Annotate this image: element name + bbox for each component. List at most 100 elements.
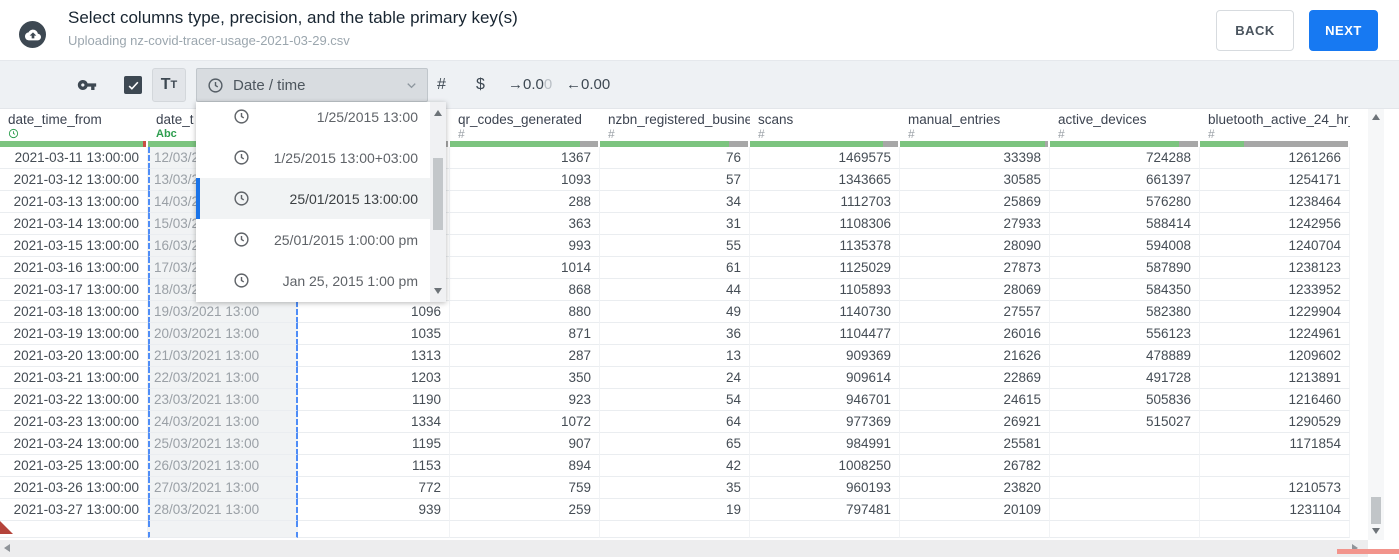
column-header-date_time_from[interactable]: date_time_from [0,109,148,141]
vertical-scrollbar-thumb[interactable] [1371,497,1381,524]
table-cell[interactable]: 26/03/2021 13:00 [148,455,298,477]
table-cell[interactable]: 31 [600,213,750,235]
table-cell[interactable]: 478889 [1050,345,1200,367]
dropdown-option[interactable]: 25/01/2015 13:00:00 [196,178,430,219]
table-cell[interactable]: 363 [450,213,600,235]
table-cell[interactable]: 1242956 [1200,213,1350,235]
dropdown-scrollbar[interactable] [430,102,446,302]
horizontal-scrollbar[interactable] [0,540,1368,557]
table-cell[interactable] [1050,433,1200,455]
column-header-bluetooth_active_24_hr_[interactable]: bluetooth_active_24_hr_ # [1200,109,1350,141]
table-cell[interactable]: 960193 [750,477,900,499]
column-type-select[interactable]: Date / time [196,68,428,102]
table-cell[interactable]: 25/03/2021 13:00 [148,433,298,455]
table-cell[interactable]: 984991 [750,433,900,455]
table-cell[interactable]: 661397 [1050,169,1200,191]
table-cell[interactable]: 1104477 [750,323,900,345]
table-cell[interactable]: 1108306 [750,213,900,235]
table-cell[interactable]: 1072 [450,411,600,433]
table-cell[interactable]: 1195 [298,433,450,455]
table-cell[interactable]: 26782 [900,455,1050,477]
table-cell[interactable]: 27/03/2021 13:00 [148,477,298,499]
table-cell[interactable]: 2021-03-24 13:00:00 [0,433,148,455]
table-cell[interactable]: 24615 [900,389,1050,411]
table-cell[interactable]: 36 [600,323,750,345]
table-cell[interactable]: 26016 [900,323,1050,345]
table-cell[interactable]: 1125029 [750,257,900,279]
table-cell[interactable]: 909614 [750,367,900,389]
column-header-manual_entries[interactable]: manual_entries # [900,109,1050,141]
table-cell[interactable]: 2021-03-21 13:00:00 [0,367,148,389]
dropdown-option[interactable]: 1/25/2015 13:00 [196,102,430,137]
table-cell[interactable]: 57 [600,169,750,191]
table-cell[interactable]: 505836 [1050,389,1200,411]
table-cell[interactable]: 1313 [298,345,450,367]
dropdown-option[interactable]: 1/25/2015 13:00+03:00 [196,137,430,178]
table-cell[interactable]: 2021-03-25 13:00:00 [0,455,148,477]
table-cell[interactable]: 25581 [900,433,1050,455]
table-cell[interactable]: 1135378 [750,235,900,257]
table-cell[interactable]: 2021-03-18 13:00:00 [0,301,148,323]
table-cell[interactable]: 797481 [750,499,900,521]
table-cell[interactable]: 1261266 [1200,147,1350,169]
table-cell[interactable]: 33398 [900,147,1050,169]
table-cell[interactable]: 288 [450,191,600,213]
table-cell[interactable]: 2021-03-15 13:00:00 [0,235,148,257]
table-cell[interactable]: 772 [298,477,450,499]
table-cell[interactable]: 35 [600,477,750,499]
boolean-type-checkbox[interactable] [124,76,142,94]
table-cell[interactable]: 584350 [1050,279,1200,301]
table-cell[interactable]: 21626 [900,345,1050,367]
table-cell[interactable]: 1254171 [1200,169,1350,191]
table-cell[interactable]: 24/03/2021 13:00 [148,411,298,433]
table-cell[interactable]: 30585 [900,169,1050,191]
table-cell[interactable]: 556123 [1050,323,1200,345]
table-cell[interactable]: 65 [600,433,750,455]
table-cell[interactable] [1200,455,1350,477]
table-cell[interactable]: 24 [600,367,750,389]
table-cell[interactable]: 20/03/2021 13:00 [148,323,298,345]
table-cell[interactable]: 491728 [1050,367,1200,389]
table-cell[interactable]: 27557 [900,301,1050,323]
table-cell[interactable]: 894 [450,455,600,477]
table-cell[interactable]: 587890 [1050,257,1200,279]
table-cell[interactable]: 49 [600,301,750,323]
table-cell[interactable]: 28090 [900,235,1050,257]
table-cell[interactable]: 2021-03-12 13:00:00 [0,169,148,191]
text-type-button[interactable]: TT [152,68,186,102]
table-cell[interactable]: 868 [450,279,600,301]
table-cell[interactable]: 1105893 [750,279,900,301]
table-cell[interactable]: 64 [600,411,750,433]
table-cell[interactable]: 19 [600,499,750,521]
table-cell[interactable]: 1469575 [750,147,900,169]
table-cell[interactable]: 287 [450,345,600,367]
table-cell[interactable]: 880 [450,301,600,323]
table-cell[interactable]: 55 [600,235,750,257]
table-cell[interactable]: 1153 [298,455,450,477]
table-cell[interactable] [1050,477,1200,499]
scroll-down-arrow-icon[interactable] [1372,528,1380,534]
table-cell[interactable]: 2021-03-13 13:00:00 [0,191,148,213]
table-cell[interactable]: 1209602 [1200,345,1350,367]
table-cell[interactable]: 1216460 [1200,389,1350,411]
table-cell[interactable]: 1190 [298,389,450,411]
table-cell[interactable]: 23820 [900,477,1050,499]
table-cell[interactable]: 1231104 [1200,499,1350,521]
table-cell[interactable]: 28/03/2021 13:00 [148,499,298,521]
currency-type-button[interactable]: $ [476,61,485,109]
table-cell[interactable]: 1014 [450,257,600,279]
table-cell[interactable]: 259 [450,499,600,521]
table-cell[interactable]: 2021-03-27 13:00:00 [0,499,148,521]
table-cell[interactable]: 946701 [750,389,900,411]
vertical-scrollbar[interactable] [1368,109,1384,540]
table-cell[interactable]: 25869 [900,191,1050,213]
table-cell[interactable]: 76 [600,147,750,169]
table-cell[interactable]: 923 [450,389,600,411]
table-cell[interactable]: 21/03/2021 13:00 [148,345,298,367]
table-cell[interactable]: 1096 [298,301,450,323]
table-cell[interactable]: 23/03/2021 13:00 [148,389,298,411]
table-cell[interactable]: 759 [450,477,600,499]
table-cell[interactable]: 1238464 [1200,191,1350,213]
table-cell[interactable]: 1334 [298,411,450,433]
table-cell[interactable]: 1229904 [1200,301,1350,323]
